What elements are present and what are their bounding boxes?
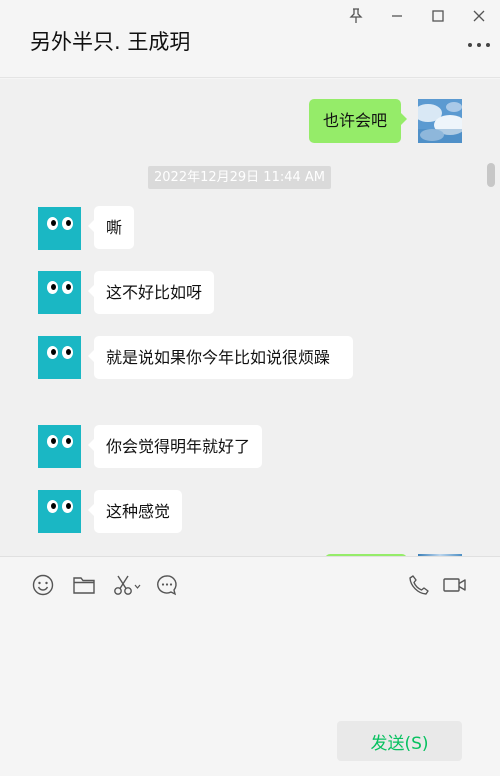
message-text: 也许会吧 bbox=[323, 111, 388, 130]
contact-avatar[interactable] bbox=[38, 336, 81, 379]
contact-avatar[interactable] bbox=[38, 271, 81, 314]
minimize-icon[interactable] bbox=[387, 6, 407, 26]
message-bubble-self[interactable]: 也许会吧 bbox=[309, 99, 408, 143]
chat-window: 另外半只. 王成玥 也许会吧 2022年12月29日 11:44 AM 嘶 这不… bbox=[0, 0, 500, 776]
send-button[interactable]: 发送(S) bbox=[337, 721, 462, 761]
maximize-icon[interactable] bbox=[428, 6, 448, 26]
contact-avatar[interactable] bbox=[38, 425, 81, 468]
folder-icon[interactable] bbox=[72, 573, 96, 597]
message-text: 这不好比如呀 bbox=[106, 283, 203, 302]
composer-toolbar bbox=[0, 556, 500, 612]
message-text: 嘶 bbox=[106, 218, 123, 237]
message-bubble-other[interactable]: 就是说如果你今年比如说很烦躁 bbox=[88, 336, 353, 379]
video-call-icon[interactable] bbox=[441, 573, 469, 597]
scrollbar-thumb[interactable] bbox=[487, 163, 495, 187]
chat-history-icon[interactable] bbox=[155, 573, 179, 597]
message-text: 这种感觉 bbox=[106, 502, 171, 521]
pin-icon[interactable] bbox=[346, 6, 366, 26]
message-list[interactable]: 也许会吧 2022年12月29日 11:44 AM 嘶 这不好比如呀 就是说如果… bbox=[0, 79, 500, 556]
contact-avatar[interactable] bbox=[38, 490, 81, 533]
message-text: 就是说如果你今年比如说很烦躁 bbox=[106, 348, 331, 367]
contact-avatar[interactable] bbox=[38, 207, 81, 250]
chat-header: 另外半只. 王成玥 bbox=[0, 0, 500, 78]
phone-icon[interactable] bbox=[407, 573, 431, 597]
message-input-area[interactable]: 发送(S) bbox=[0, 612, 500, 776]
message-bubble-other[interactable]: 这种感觉 bbox=[87, 490, 183, 533]
message-text: 你会觉得明年就好了 bbox=[106, 437, 251, 456]
message-bubble-other[interactable]: 这不好比如呀 bbox=[87, 271, 215, 314]
self-avatar[interactable] bbox=[418, 99, 462, 143]
more-options-icon[interactable] bbox=[468, 38, 490, 52]
emoji-icon[interactable] bbox=[31, 573, 55, 597]
message-bubble-other[interactable]: 你会觉得明年就好了 bbox=[87, 425, 263, 468]
scissors-icon[interactable] bbox=[113, 573, 143, 597]
chat-title: 另外半只. 王成玥 bbox=[30, 30, 191, 54]
message-timestamp: 2022年12月29日 11:44 AM bbox=[148, 166, 332, 189]
close-icon[interactable] bbox=[469, 6, 489, 26]
message-bubble-other[interactable]: 嘶 bbox=[87, 206, 135, 249]
